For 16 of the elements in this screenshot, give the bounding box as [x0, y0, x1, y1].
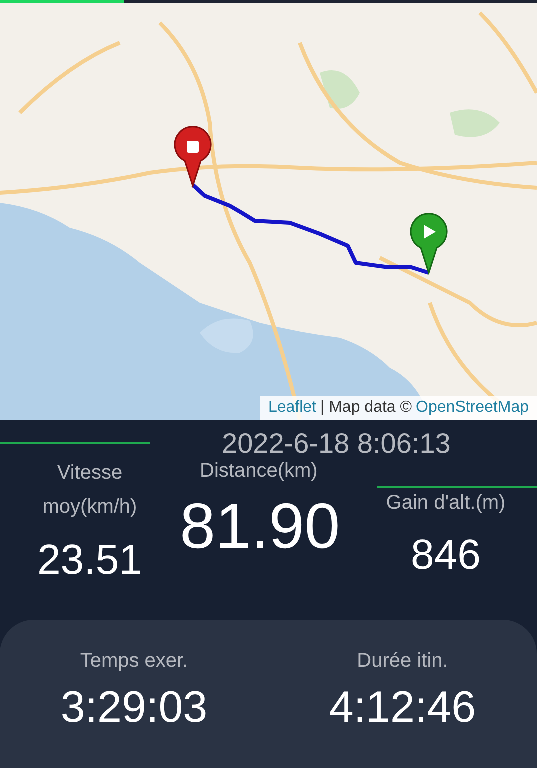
stat-label: Gain d'alt.(m) [386, 492, 506, 515]
stat-value: 846 [410, 531, 482, 579]
stat-value: 23.51 [37, 536, 143, 584]
stat-label: Vitesse moy(km/h) [42, 461, 138, 520]
summary-value: 3:29:03 [60, 683, 208, 733]
attribution-link[interactable]: Leaflet [268, 399, 316, 417]
attribution-link[interactable]: OpenStreetMap [416, 399, 529, 417]
summary-label: Durée itin. [357, 650, 448, 673]
summary-value: 4:12:46 [329, 683, 476, 733]
summary-label: Temps exer. [80, 650, 188, 673]
start-flag-icon [410, 213, 448, 274]
timestamp: 2022-6-18 8:06:13 [222, 428, 451, 460]
stat-value: 81.90 [180, 489, 340, 563]
attribution-text: | Map data © [320, 399, 412, 417]
map-pin-icon [174, 126, 212, 187]
stat-label: Distance(km) [200, 460, 318, 483]
